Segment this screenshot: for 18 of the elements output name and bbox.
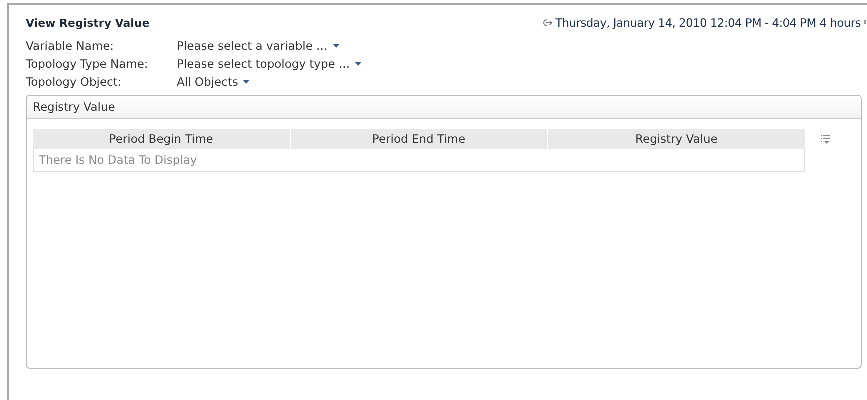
filter-label: Variable Name: (26, 39, 116, 53)
view-title: View Registry Value (26, 16, 150, 30)
arrow-icon (542, 19, 553, 27)
caret-icon (332, 44, 340, 48)
filter-label: Topology Object: (26, 75, 123, 89)
panel-title: Registry Value (33, 100, 116, 114)
filter-dropdown[interactable]: Please select a variable ... (177, 39, 340, 53)
filter-label: Topology Type Name: (26, 57, 150, 71)
empty-message: There Is No Data To Display (39, 153, 198, 167)
caret-icon (243, 80, 250, 84)
filter-dropdown[interactable]: All Objects (177, 75, 250, 89)
column-header[interactable]: Period Begin Time (33, 129, 291, 149)
filter-dropdown[interactable]: Please select topology type ... (177, 57, 362, 71)
caret-icon (354, 62, 362, 66)
column-header[interactable]: Registry Value (548, 129, 806, 149)
column-header[interactable]: Period End Time (290, 129, 548, 149)
column-options-icon[interactable] (821, 134, 831, 144)
time-range-link[interactable]: Thursday, January 14, 2010 12:04 PM - 4:04 PM 4 hours (556, 16, 861, 30)
